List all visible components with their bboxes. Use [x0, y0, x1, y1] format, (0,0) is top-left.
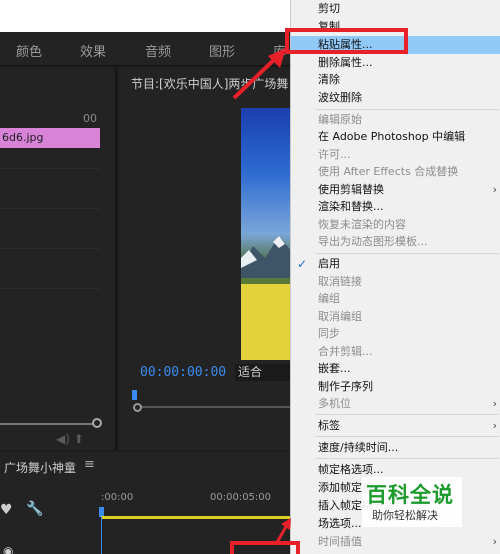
menu-item-remove-attributes[interactable]: 删除属性... — [291, 54, 500, 72]
menu-item-label: 使用 After Effects 合成替换 — [318, 165, 459, 178]
menu-item-clear[interactable]: 清除 — [291, 71, 500, 89]
annotation-highlight-box — [285, 28, 408, 54]
panel-menu-icon[interactable]: ≡ — [84, 457, 95, 472]
menu-separator — [315, 436, 499, 437]
menu-item-enable[interactable]: ✓ 启用 — [291, 255, 500, 273]
menu-item-export-mogrt[interactable]: 导出为动态图形模板... — [291, 233, 500, 251]
watermark-sub-text: 助你轻松解决 — [372, 509, 438, 522]
menu-item-label: 删除属性... — [318, 56, 373, 69]
menu-item-label: 帧定格选项... — [318, 463, 384, 476]
menu-item-label: 制作子序列 — [318, 380, 373, 393]
program-timecode[interactable]: 00:00:00:00 — [140, 365, 226, 380]
menu-item-label: 清除 — [318, 73, 340, 86]
menu-item-label: 取消链接 — [318, 275, 362, 288]
marker-icon[interactable]: ♥ — [0, 502, 13, 518]
menu-item-label: 同步 — [318, 327, 340, 340]
menu-item-label: 速度/持续时间... — [318, 441, 399, 454]
menu-separator — [315, 109, 499, 110]
source-timeline-panel: 00 6d6.jpg ◀) ⬆ — [0, 68, 117, 450]
menu-item-label: 许可... — [318, 148, 351, 161]
menu-item-speed-duration[interactable]: 速度/持续时间... — [291, 439, 500, 457]
program-scrubber[interactable] — [138, 406, 298, 408]
menu-item-cut[interactable]: 剪切 — [291, 0, 500, 18]
program-scrub-handle[interactable] — [133, 403, 142, 412]
menu-item-label: 时间插值 — [318, 535, 362, 548]
menu-item-synchronize[interactable]: 同步 — [291, 325, 500, 343]
watermark-main-text: 百科全说 — [366, 483, 454, 507]
submenu-arrow-icon: › — [492, 535, 497, 548]
menu-item-merge-clips[interactable]: 合并剪辑... — [291, 343, 500, 361]
menu-item-label: 嵌套... — [318, 362, 351, 375]
menu-item-label: 导出为动态图形模板... — [318, 235, 428, 248]
menu-item-label: 启用 — [318, 257, 340, 270]
annotation-arrow-icon — [232, 48, 286, 100]
menu-separator — [315, 414, 499, 415]
submenu-arrow-icon: › — [492, 397, 497, 410]
timeline-ruler-mark: 00:00:05:00 — [210, 492, 272, 503]
menu-item-label: 标签 — [318, 419, 340, 432]
menu-item-label: 使用剪辑替换 — [318, 183, 384, 196]
sequence-title[interactable]: 广场舞小神童 — [4, 459, 76, 476]
program-monitor: 节目:[欢乐中国人]两步广场舞 00:00:00:00 适合 — [119, 68, 301, 450]
menu-item-nest[interactable]: 嵌套... — [291, 360, 500, 378]
eye-icon[interactable]: ◉ — [3, 544, 13, 554]
track-divider — [0, 248, 100, 249]
menu-item-label: 恢复未渲染的内容 — [318, 218, 406, 231]
menu-item-unlink[interactable]: 取消链接 — [291, 273, 500, 291]
wrench-icon[interactable]: 🔧 — [26, 501, 43, 517]
menu-item-replace-with-ae[interactable]: 使用 After Effects 合成替换 — [291, 163, 500, 181]
menu-item-label: 编组 — [318, 292, 340, 305]
audio-meter-icon: ◀) ⬆ — [56, 432, 84, 446]
menu-item-label: 多机位 — [318, 397, 351, 410]
playhead-line — [101, 517, 102, 554]
track-divider — [0, 208, 100, 209]
workspace-tab-color[interactable]: 颜色 — [16, 41, 42, 60]
annotation-arrow-small-icon — [274, 518, 291, 545]
submenu-arrow-icon: › — [492, 183, 497, 196]
fit-value: 适合 — [238, 365, 263, 379]
menu-item-make-subsequence[interactable]: 制作子序列 — [291, 378, 500, 396]
fit-dropdown[interactable]: 适合 — [235, 364, 295, 381]
menu-item-label: 在 Adobe Photoshop 中编辑 — [318, 130, 466, 143]
menu-item-ungroup[interactable]: 取消编组 — [291, 308, 500, 326]
menu-item-render-and-replace[interactable]: 渲染和替换... — [291, 198, 500, 216]
menu-item-replace-with-clip[interactable]: 使用剪辑替换 › — [291, 181, 500, 199]
source-scrollbar[interactable] — [0, 423, 96, 425]
menu-item-label: 合并剪辑... — [318, 345, 373, 358]
track-divider — [0, 168, 100, 169]
menu-item-label: 波纹删除 — [318, 91, 362, 104]
menu-item-label: 渲染和替换... — [318, 200, 384, 213]
image-clip[interactable]: 6d6.jpg — [0, 128, 100, 148]
source-scroll-handle[interactable] — [92, 418, 102, 428]
menu-item-multi-camera[interactable]: 多机位 › — [291, 395, 500, 413]
ruler-label: 00 — [83, 112, 97, 125]
menu-separator — [315, 253, 499, 254]
menu-item-label: 取消编组 — [318, 310, 362, 323]
menu-item-label: 场选项... — [318, 517, 362, 530]
menu-separator — [315, 458, 499, 459]
work-area-bar[interactable] — [101, 516, 290, 519]
menu-item-label: 剪切 — [318, 2, 340, 15]
menu-item-restore-unrendered[interactable]: 恢复未渲染的内容 — [291, 216, 500, 234]
checkmark-icon: ✓ — [297, 257, 308, 271]
timeline-panel: 广场舞小神童 ≡ :00:00 00:00:05:00 ♥ 🔧 ◉ — [0, 452, 290, 554]
clip-label: 6d6.jpg — [2, 131, 44, 144]
menu-item-edit-in-photoshop[interactable]: 在 Adobe Photoshop 中编辑 — [291, 128, 500, 146]
top-white-strip — [0, 0, 290, 32]
workspace-tab-effects[interactable]: 效果 — [80, 41, 106, 60]
menu-item-label-color[interactable]: 标签 › — [291, 417, 500, 435]
submenu-arrow-icon: › — [492, 419, 497, 432]
program-playhead[interactable] — [132, 390, 137, 400]
workspace-tab-audio[interactable]: 音频 — [145, 41, 171, 60]
track-divider — [0, 288, 100, 289]
menu-item-label: 编辑原始 — [318, 113, 362, 126]
menu-item-group[interactable]: 编组 — [291, 290, 500, 308]
menu-item-time-interpolation[interactable]: 时间插值 › — [291, 533, 500, 551]
watermark-logo: 百科全说 助你轻松解决 — [362, 477, 462, 527]
timeline-ruler-start: :00:00 — [101, 492, 134, 503]
menu-item-edit-original[interactable]: 编辑原始 — [291, 111, 500, 129]
menu-item-ripple-delete[interactable]: 波纹删除 — [291, 89, 500, 107]
menu-item-license[interactable]: 许可... — [291, 146, 500, 164]
context-menu: 剪切 复制 粘贴属性... 删除属性... 清除 波纹删除 编辑原始 在 Ado… — [290, 0, 500, 554]
